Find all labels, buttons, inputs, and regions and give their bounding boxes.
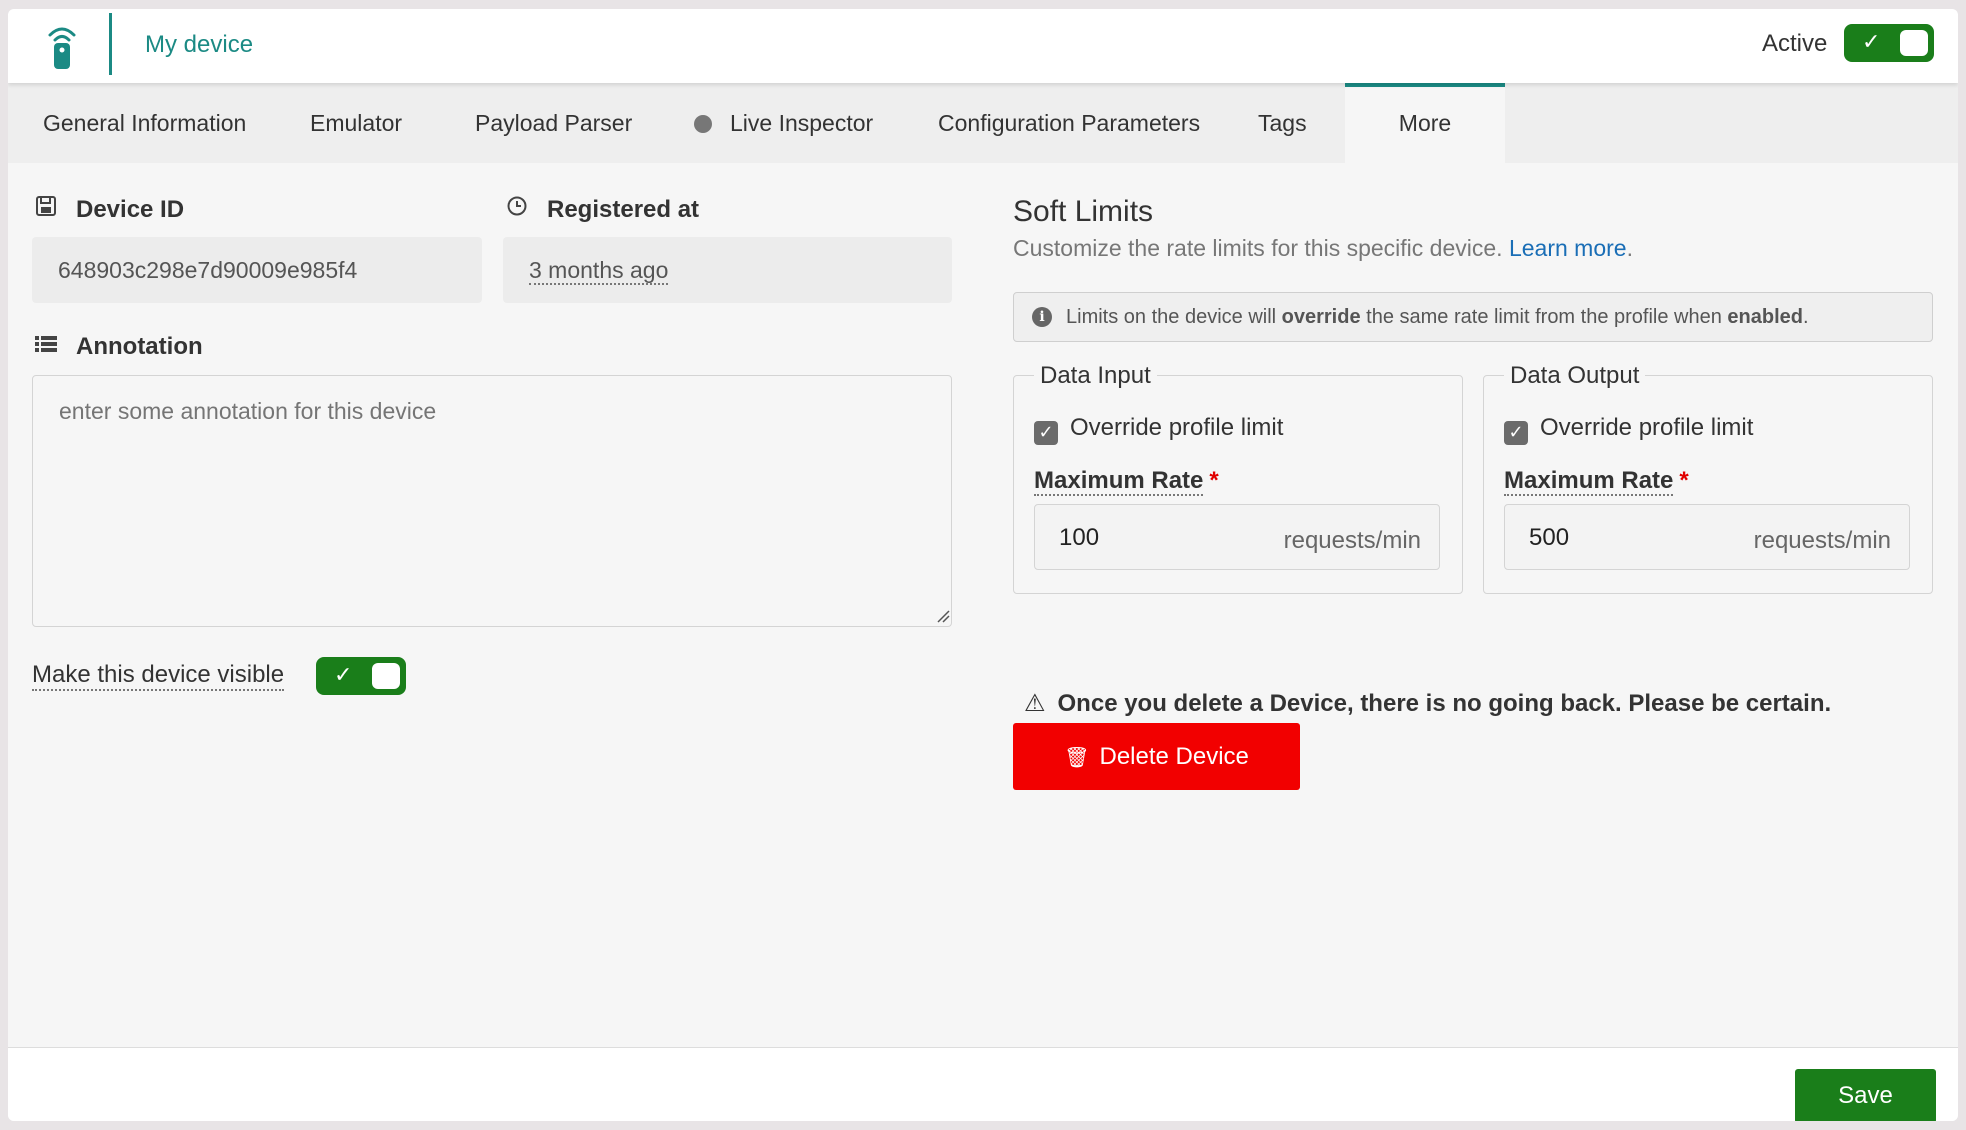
device-id-label-text: Device ID bbox=[76, 196, 185, 223]
data-output-max-rate-label: Maximum Rate * bbox=[1504, 467, 1689, 496]
tab-configuration-parameters[interactable]: Configuration Parameters bbox=[938, 83, 1200, 163]
toggle-knob bbox=[372, 663, 400, 689]
delete-device-label: Delete Device bbox=[1099, 743, 1249, 770]
trash-icon: 🗑 bbox=[1064, 745, 1090, 769]
data-input-max-rate-label: Maximum Rate * bbox=[1034, 467, 1219, 496]
data-input-max-rate-text: Maximum Rate bbox=[1034, 467, 1204, 496]
tab-more[interactable]: More bbox=[1345, 83, 1505, 163]
annotation-label: Annotation bbox=[34, 333, 203, 361]
registered-at-label-text: Registered at bbox=[547, 196, 700, 223]
clock-icon bbox=[505, 195, 529, 224]
info-text-1: Limits on the device will bbox=[1066, 306, 1282, 328]
required-mark: * bbox=[1679, 467, 1689, 494]
save-button[interactable]: Save bbox=[1795, 1069, 1936, 1121]
registered-at-field: 3 months ago bbox=[503, 237, 952, 303]
data-input-override-label: Override profile limit bbox=[1070, 414, 1284, 441]
active-label: Active bbox=[1762, 30, 1828, 57]
warning-icon: ⚠ bbox=[1024, 689, 1046, 717]
data-input-legend: Data Input bbox=[1034, 362, 1157, 390]
device-title: My device bbox=[145, 31, 254, 58]
resize-handle-icon[interactable] bbox=[936, 609, 950, 623]
info-icon: i bbox=[1032, 307, 1052, 327]
top-header: My device Active ✓ bbox=[8, 9, 1958, 83]
required-mark: * bbox=[1209, 467, 1219, 494]
header-divider bbox=[109, 13, 112, 75]
check-icon: ✓ bbox=[1862, 30, 1881, 55]
data-output-fieldset: Data Output ✓ Override profile limit Maxi… bbox=[1483, 362, 1933, 594]
data-output-max-rate-text: Maximum Rate bbox=[1504, 467, 1674, 496]
tab-live-inspector-label: Live Inspector bbox=[730, 110, 874, 136]
device-remote-icon bbox=[48, 27, 76, 69]
soft-limits-title: Soft Limits bbox=[1013, 195, 1154, 228]
registered-at-label: Registered at bbox=[505, 195, 699, 224]
tab-payload-parser[interactable]: Payload Parser bbox=[475, 83, 632, 163]
annotation-textarea[interactable] bbox=[32, 375, 952, 627]
data-output-override-label: Override profile limit bbox=[1540, 414, 1754, 441]
description-period: . bbox=[1626, 235, 1633, 261]
toggle-knob bbox=[1900, 30, 1928, 56]
data-input-override-row[interactable]: ✓ Override profile limit bbox=[1034, 414, 1283, 445]
visible-toggle[interactable]: ✓ bbox=[316, 657, 406, 695]
tab-live-inspector[interactable]: Live Inspector bbox=[694, 83, 873, 163]
info-text-3: . bbox=[1803, 306, 1809, 328]
data-input-rate-field[interactable]: 100 requests/min bbox=[1034, 504, 1440, 570]
annotation-label-text: Annotation bbox=[76, 333, 203, 360]
soft-limits-description-text: Customize the rate limits for this speci… bbox=[1013, 235, 1503, 261]
data-output-rate-unit: requests/min bbox=[1753, 527, 1891, 554]
tab-general-information[interactable]: General Information bbox=[43, 83, 246, 163]
data-input-fieldset: Data Input ✓ Override profile limit Maxim… bbox=[1013, 362, 1463, 594]
data-output-rate-field[interactable]: 500 requests/min bbox=[1504, 504, 1910, 570]
status-dot-icon bbox=[694, 115, 712, 133]
data-output-rate-value: 500 bbox=[1529, 524, 1570, 551]
info-text-2: the same rate limit from the profile whe… bbox=[1360, 306, 1728, 328]
list-icon bbox=[34, 333, 58, 361]
footer-bar bbox=[8, 1047, 1958, 1121]
learn-more-link[interactable]: Learn more bbox=[1509, 235, 1627, 261]
check-icon: ✓ bbox=[334, 663, 353, 688]
tab-tags[interactable]: Tags bbox=[1258, 83, 1307, 163]
data-input-rate-value: 100 bbox=[1059, 524, 1100, 551]
delete-device-button[interactable]: 🗑 Delete Device bbox=[1013, 723, 1300, 790]
device-id-field[interactable]: 648903c298e7d90009e985f4 bbox=[32, 237, 482, 303]
info-notice: i Limits on the device will override the … bbox=[1013, 292, 1933, 342]
delete-warning-text: Once you delete a Device, there is no go… bbox=[1057, 690, 1832, 717]
active-toggle[interactable]: ✓ bbox=[1844, 24, 1934, 62]
data-input-override-checkbox[interactable]: ✓ bbox=[1034, 421, 1058, 445]
app-window: My device Active ✓ General Information E… bbox=[8, 9, 1958, 1121]
soft-limits-description: Customize the rate limits for this speci… bbox=[1013, 235, 1633, 262]
device-id-label: Device ID bbox=[34, 195, 184, 224]
data-input-rate-unit: requests/min bbox=[1283, 527, 1421, 554]
floppy-disk-icon bbox=[34, 195, 58, 224]
info-text-enabled: enabled bbox=[1727, 306, 1803, 328]
tab-emulator[interactable]: Emulator bbox=[310, 83, 402, 163]
info-text-override: override bbox=[1281, 306, 1361, 328]
data-output-override-row[interactable]: ✓ Override profile limit bbox=[1504, 414, 1753, 445]
data-output-override-checkbox[interactable]: ✓ bbox=[1504, 421, 1528, 445]
data-output-legend: Data Output bbox=[1504, 362, 1646, 390]
registered-at-value: 3 months ago bbox=[529, 257, 669, 285]
delete-warning: ⚠ Once you delete a Device, there is no g… bbox=[1024, 689, 1831, 718]
tab-bar: General Information Emulator Payload Par… bbox=[8, 83, 1958, 163]
make-visible-label: Make this device visible bbox=[32, 661, 285, 691]
